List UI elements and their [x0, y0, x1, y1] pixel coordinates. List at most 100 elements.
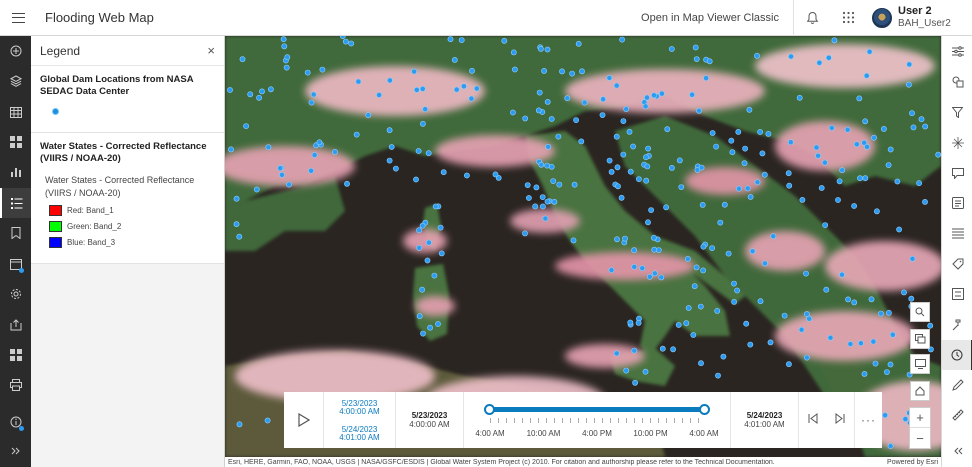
dam-point[interactable]: [889, 331, 896, 338]
dam-point[interactable]: [706, 58, 713, 65]
dam-point[interactable]: [522, 115, 529, 122]
dam-point[interactable]: [858, 340, 864, 347]
dam-point[interactable]: [339, 36, 346, 39]
app-launcher-button[interactable]: [830, 0, 866, 36]
dam-point[interactable]: [570, 237, 577, 244]
end-handle[interactable]: [699, 404, 710, 415]
dam-point[interactable]: [689, 91, 695, 98]
dam-point[interactable]: [440, 169, 447, 176]
dam-point[interactable]: [268, 86, 274, 93]
dam-point[interactable]: [864, 144, 870, 150]
dam-point[interactable]: [668, 164, 675, 171]
dam-point[interactable]: [918, 116, 925, 123]
dam-point[interactable]: [861, 370, 868, 377]
dam-point[interactable]: [544, 198, 551, 205]
dam-point[interactable]: [670, 346, 676, 353]
share-button[interactable]: [0, 310, 31, 340]
dam-point[interactable]: [747, 194, 754, 200]
dam-point[interactable]: [627, 168, 634, 175]
dam-point[interactable]: [698, 164, 705, 171]
dam-point[interactable]: [228, 146, 234, 153]
dam-point[interactable]: [632, 379, 638, 386]
dam-point[interactable]: [894, 178, 901, 185]
dam-point[interactable]: [463, 172, 470, 179]
dam-point[interactable]: [644, 163, 651, 170]
dam-point[interactable]: [431, 272, 438, 279]
dam-point[interactable]: [675, 322, 682, 328]
map-properties-button[interactable]: [0, 249, 31, 279]
dam-point[interactable]: [233, 195, 240, 202]
dam-point[interactable]: [535, 107, 542, 114]
dam-point[interactable]: [437, 224, 444, 231]
dam-point[interactable]: [835, 197, 841, 203]
dam-point[interactable]: [650, 234, 657, 241]
dam-point[interactable]: [746, 106, 753, 113]
dam-point[interactable]: [720, 353, 727, 360]
dam-point[interactable]: [887, 146, 894, 153]
dam-point[interactable]: [342, 38, 349, 45]
dam-point[interactable]: [853, 141, 860, 148]
next-step-button[interactable]: [835, 411, 845, 429]
dam-point[interactable]: [866, 48, 873, 55]
dam-point[interactable]: [759, 150, 766, 157]
menu-button[interactable]: [0, 0, 36, 36]
dam-point[interactable]: [757, 298, 764, 305]
dam-point[interactable]: [564, 95, 571, 102]
dam-point[interactable]: [749, 248, 756, 255]
dam-point[interactable]: [308, 167, 314, 174]
dam-point[interactable]: [693, 264, 700, 271]
dam-point[interactable]: [770, 233, 777, 240]
fullscreen-button[interactable]: [910, 354, 930, 374]
dam-point[interactable]: [658, 90, 665, 97]
dam-point[interactable]: [392, 165, 399, 172]
dam-point[interactable]: [645, 219, 651, 226]
dam-point[interactable]: [525, 195, 532, 201]
dam-point[interactable]: [825, 54, 832, 61]
dam-point[interactable]: [762, 260, 768, 267]
dam-point[interactable]: [537, 45, 544, 52]
dam-point[interactable]: [555, 133, 562, 140]
dam-point[interactable]: [606, 75, 613, 81]
dam-point[interactable]: [420, 330, 426, 337]
dam-point[interactable]: [767, 339, 774, 346]
dam-point[interactable]: [847, 341, 854, 347]
dam-point[interactable]: [639, 265, 646, 272]
dam-point[interactable]: [765, 131, 772, 137]
zoom-in-button[interactable]: +: [910, 408, 930, 428]
dam-point[interactable]: [284, 54, 291, 61]
dam-point[interactable]: [725, 250, 732, 257]
dam-point[interactable]: [816, 59, 823, 66]
dam-point[interactable]: [438, 250, 445, 257]
dam-point[interactable]: [882, 412, 888, 419]
dam-point[interactable]: [909, 110, 915, 117]
slider-track[interactable]: 4:00 AM 10:00 AM 4:00 PM 10:00 PM 4:00 A…: [464, 392, 730, 448]
dam-point[interactable]: [425, 239, 432, 246]
dam-point[interactable]: [532, 203, 539, 210]
dam-point[interactable]: [703, 75, 709, 81]
dam-point[interactable]: [283, 64, 290, 71]
dam-point[interactable]: [509, 109, 516, 116]
dam-point[interactable]: [579, 68, 585, 75]
map-tools-button[interactable]: [942, 310, 972, 340]
dam-point[interactable]: [878, 310, 884, 317]
dam-point[interactable]: [643, 177, 650, 184]
dam-point[interactable]: [413, 87, 420, 93]
dam-point[interactable]: [376, 92, 382, 98]
dam-point[interactable]: [744, 185, 751, 192]
dam-point[interactable]: [600, 96, 606, 103]
dam-point[interactable]: [798, 326, 805, 333]
dam-point[interactable]: [427, 324, 433, 331]
dam-point[interactable]: [635, 176, 642, 182]
dam-point[interactable]: [839, 271, 845, 278]
dam-point[interactable]: [857, 175, 863, 182]
dam-point[interactable]: [870, 338, 877, 345]
dam-point[interactable]: [264, 417, 271, 424]
dam-point[interactable]: [757, 129, 763, 135]
labels-button[interactable]: [942, 249, 972, 279]
forms-button[interactable]: [942, 279, 972, 309]
dam-point[interactable]: [684, 255, 691, 262]
dam-point[interactable]: [786, 361, 792, 368]
dam-point[interactable]: [310, 91, 317, 98]
filter-button[interactable]: [942, 97, 972, 127]
dam-point[interactable]: [631, 263, 638, 270]
